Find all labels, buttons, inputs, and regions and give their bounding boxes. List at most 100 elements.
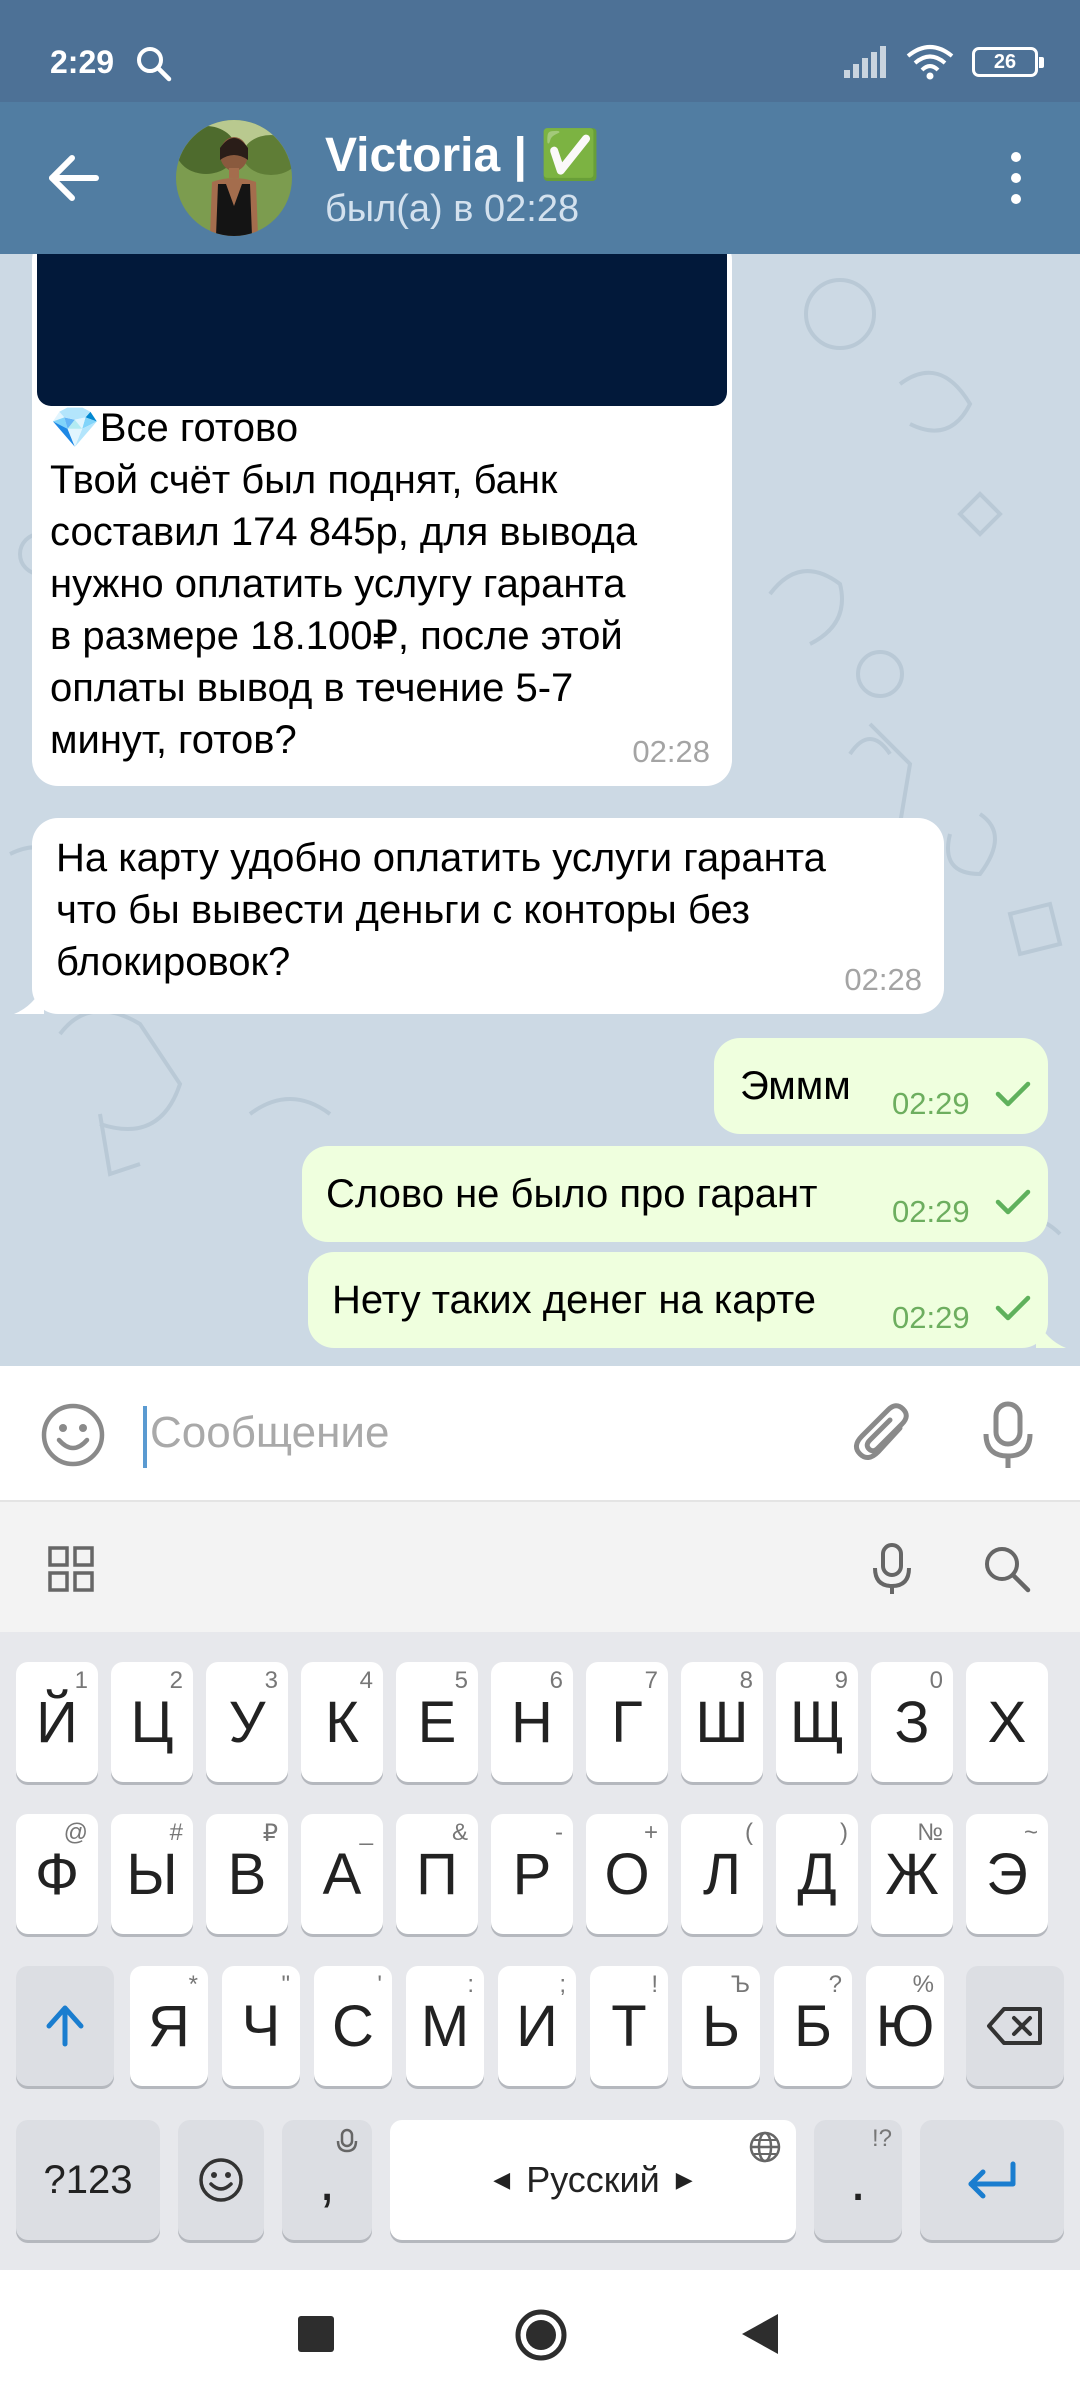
letter-key[interactable]: Ф @ [16,1814,98,1934]
media-preview[interactable] [37,254,727,406]
incoming-message[interactable]: 💎Все готово Твой счёт был поднят, банк с… [32,254,732,786]
key-label: Х [987,1689,1027,1755]
comma-key[interactable]: , [282,2120,372,2240]
key-hint: 1 [74,1667,88,1694]
globe-icon [749,2131,781,2163]
letter-key[interactable]: Х [966,1662,1048,1782]
key-hint: _ [359,1819,373,1846]
voice-input-icon[interactable] [866,1542,918,1596]
outgoing-message[interactable]: Эммм 02:29 [714,1038,1048,1134]
letter-key[interactable]: ЬЪ [682,1966,760,2086]
letter-key[interactable]: С ' [314,1966,392,2086]
key-hint: 5 [454,1667,468,1694]
letter-key[interactable]: Щ9 [776,1662,858,1782]
keyboard: Й1Ц2У3К4Е5Н6Г7Ш8Щ9З0Х Ф @ Ы # В ₽ А _ П & Р - О + Л(Д)… [0,1632,1080,2270]
key-hint: ~ [1023,1819,1038,1846]
chat-header: Victoria | ✅ был(а) в 02:28 [0,102,1080,254]
key-label: В [227,1841,267,1907]
letter-key[interactable]: Д) [776,1814,858,1934]
emoji-key[interactable] [178,2120,264,2240]
key-hint: ( [745,1819,753,1846]
outgoing-message[interactable]: Слово не было про гарант 02:29 [302,1146,1048,1242]
shift-key[interactable] [16,1966,114,2086]
back-arrow-icon[interactable] [44,148,104,208]
attach-icon[interactable] [850,1400,916,1470]
key-hint: + [643,1819,658,1846]
letter-key[interactable]: А _ [301,1814,383,1934]
key-label: Ц [130,1689,174,1755]
letter-key[interactable]: Ц2 [111,1662,193,1782]
key-hint: 3 [264,1667,278,1694]
letter-key[interactable]: Б? [774,1966,852,2086]
letter-key[interactable]: Н6 [491,1662,573,1782]
key-label: Б [793,1993,833,2059]
key-hint: % [912,1971,934,1998]
letter-key[interactable]: Й1 [16,1662,98,1782]
letter-key[interactable]: Г7 [586,1662,668,1782]
system-back-icon[interactable] [740,2312,780,2356]
letter-key[interactable]: Е5 [396,1662,478,1782]
space-key[interactable]: ◀ Русский ▶ [390,2120,796,2240]
key-hint: 2 [169,1667,183,1694]
symbols-key[interactable]: ?123 [16,2120,160,2240]
letter-key[interactable]: В ₽ [206,1814,288,1934]
key-hint: & [451,1819,468,1846]
key-hint: № [917,1819,943,1846]
key-label: М [420,1993,470,2059]
key-label: У [228,1689,266,1755]
read-check-icon [995,1189,1031,1215]
key-hint: * [188,1971,198,1998]
letter-key[interactable]: Ж № [871,1814,953,1934]
key-hint: " [281,1971,290,1998]
letter-key[interactable]: Я * [130,1966,208,2086]
letter-key[interactable]: Т! [590,1966,668,2086]
chat-area[interactable]: 💎Все готово Твой счёт был поднят, банк с… [0,254,1080,1366]
backspace-key[interactable] [966,1966,1064,2086]
outgoing-message[interactable]: Нету таких денег на карте 02:29 [308,1252,1048,1348]
letter-key[interactable]: Ш8 [681,1662,763,1782]
battery-icon: 26 [972,47,1044,77]
letter-key[interactable]: У3 [206,1662,288,1782]
letter-key[interactable]: О + [586,1814,668,1934]
key-label: Р [512,1841,552,1907]
contact-name[interactable]: Victoria | ✅ [325,126,600,183]
apps-grid-icon[interactable] [48,1546,94,1592]
key-hint: 8 [739,1667,753,1694]
more-menu-icon[interactable] [986,146,1046,210]
emoji-icon[interactable] [40,1402,106,1468]
enter-icon [968,2161,1016,2199]
key-hint: - [555,1819,563,1846]
letter-key[interactable]: И; [498,1966,576,2086]
letter-key[interactable]: Л( [681,1814,763,1934]
letter-key[interactable]: М: [406,1966,484,2086]
message-time: 02:29 [892,1194,970,1229]
key-label: Ю [875,1993,935,2059]
enter-key[interactable] [920,2120,1064,2240]
period-key[interactable]: . !? [814,2120,902,2240]
letter-key[interactable]: Ы # [111,1814,193,1934]
incoming-message[interactable]: На карту удобно оплатить услуги гаранта … [32,818,944,1014]
keyboard-search-icon[interactable] [980,1542,1032,1596]
key-label: Ь [701,1993,741,2059]
letter-key[interactable]: З0 [871,1662,953,1782]
letter-key[interactable]: Р- [491,1814,573,1934]
recent-apps-icon[interactable] [298,2316,334,2352]
letter-key[interactable]: Ч " [222,1966,300,2086]
letter-key[interactable]: Ю% [866,1966,944,2086]
key-hint: 6 [549,1667,563,1694]
home-icon[interactable] [514,2308,568,2362]
letter-key[interactable]: К4 [301,1662,383,1782]
message-line: блокировок? [56,940,291,984]
letter-key[interactable]: Э ~ [966,1814,1048,1934]
microphone-icon[interactable] [975,1400,1041,1470]
key-hint: 9 [834,1667,848,1694]
key-hint: 7 [644,1667,658,1694]
message-line: составил 174 845р, для вывода [50,510,638,554]
key-label: О [604,1841,650,1907]
key-label: Щ [789,1689,845,1755]
message-input[interactable]: Сообщение [150,1408,389,1458]
key-hint: ₽ [262,1820,278,1847]
letter-key[interactable]: П & [396,1814,478,1934]
key-hint: ; [559,1971,566,1998]
avatar[interactable] [176,120,292,236]
